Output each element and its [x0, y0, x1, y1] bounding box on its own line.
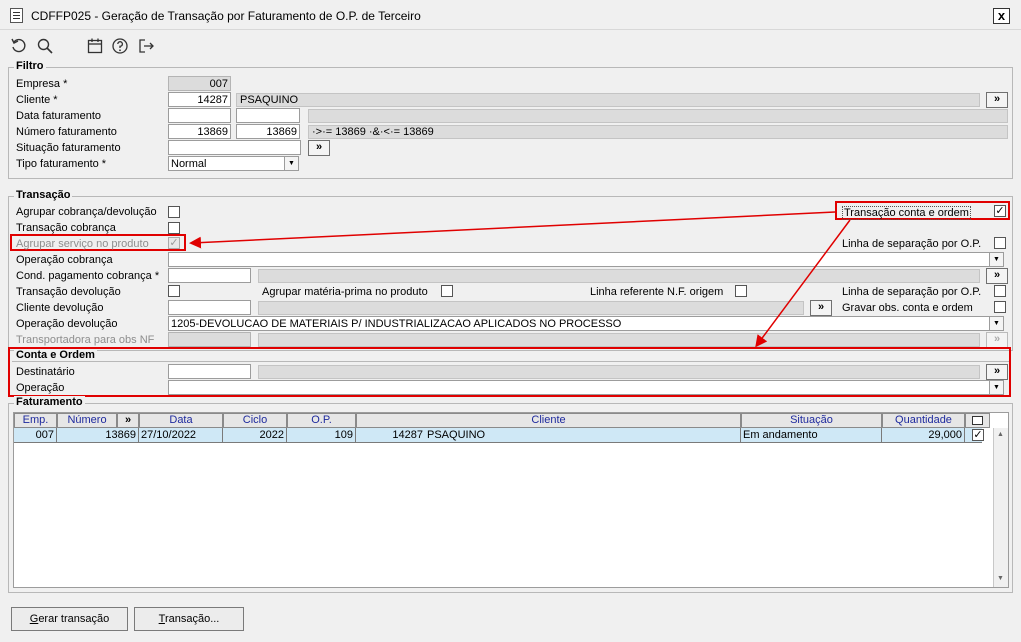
annotation-arrow [755, 219, 851, 348]
column-header-numero[interactable]: Número [57, 413, 117, 428]
column-header-select-all[interactable] [965, 413, 990, 428]
column-header-data[interactable]: Data [139, 413, 223, 428]
column-header-cliente[interactable]: Cliente [356, 413, 741, 428]
cell-emp: 007 [14, 428, 57, 443]
transacao-label: ransação... [164, 613, 220, 625]
cell-cliente-code: 14287 [392, 429, 423, 441]
cell-ciclo: 2022 [223, 428, 287, 443]
cell-situacao: Em andamento [741, 428, 882, 443]
cell-numero: 13869 [57, 428, 139, 443]
faturamento-legend: Faturamento [14, 396, 85, 408]
column-header-situacao[interactable]: Situação [741, 413, 882, 428]
cell-op: 109 [287, 428, 356, 443]
gerar-transacao-label: erar transação [38, 613, 110, 625]
cell-quantidade: 29,000 [882, 428, 965, 443]
annotation-arrow [189, 211, 836, 249]
scroll-down-icon[interactable]: ▼ [995, 574, 1006, 584]
column-nav-button[interactable]: » [117, 413, 139, 428]
column-header-emp[interactable]: Emp. [14, 413, 57, 428]
gerar-transacao-button[interactable]: Gerar transação [11, 607, 128, 631]
column-header-op[interactable]: O.P. [287, 413, 356, 428]
column-header-ciclo[interactable]: Ciclo [223, 413, 287, 428]
column-header-quantidade[interactable]: Quantidade [882, 413, 965, 428]
select-all-checkbox-icon [972, 416, 983, 425]
cell-data: 27/10/2022 [139, 428, 223, 443]
scroll-up-icon[interactable]: ▲ [995, 430, 1006, 440]
row-select-checkbox[interactable]: ✓ [972, 429, 984, 441]
transacao-button[interactable]: Transação... [134, 607, 244, 631]
vertical-scrollbar[interactable] [993, 428, 1008, 587]
cell-cliente-name: PSAQUINO [425, 428, 741, 443]
